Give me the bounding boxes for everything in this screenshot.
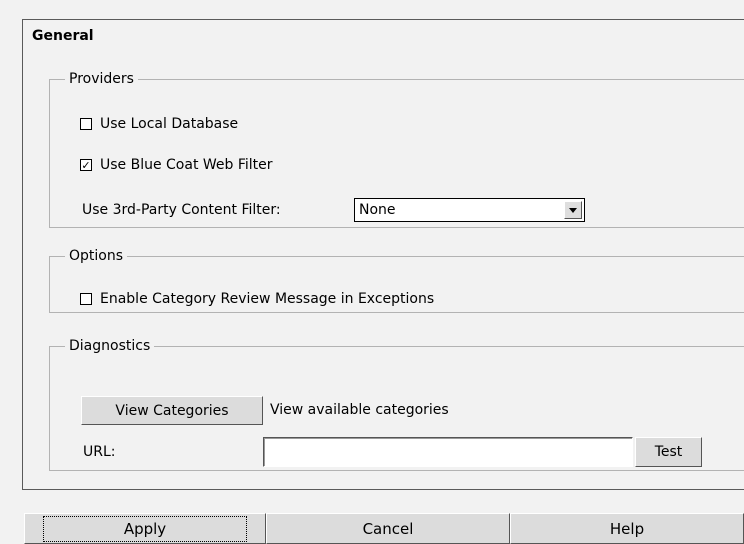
chevron-down-icon [569, 207, 577, 213]
providers-group: Providers Use Local Database ✓ Use Blue … [49, 71, 744, 228]
footer-buttons: Apply Cancel Help [24, 513, 744, 544]
apply-label: Apply [42, 515, 248, 542]
general-panel: General Providers Use Local Database ✓ U… [22, 19, 744, 490]
view-categories-button[interactable]: View Categories [81, 396, 263, 425]
third-party-filter-select[interactable]: None [354, 198, 585, 222]
dropdown-button[interactable] [564, 201, 582, 219]
url-input[interactable] [263, 437, 633, 467]
url-label-row: URL: [83, 444, 116, 460]
help-button[interactable]: Help [510, 513, 744, 544]
apply-button[interactable]: Apply [24, 513, 266, 544]
third-party-filter-label: Use 3rd-Party Content Filter: [82, 202, 281, 218]
checkmark-icon: ✓ [81, 158, 91, 172]
use-blue-coat-label: Use Blue Coat Web Filter [100, 157, 273, 173]
enable-review-option[interactable]: Enable Category Review Message in Except… [80, 291, 434, 307]
cancel-button[interactable]: Cancel [266, 513, 510, 544]
enable-review-checkbox[interactable] [80, 293, 92, 305]
diagnostics-legend: Diagnostics [69, 338, 151, 354]
options-group: Options Enable Category Review Message i… [49, 248, 744, 313]
diagnostics-group: Diagnostics View Categories View availab… [49, 338, 744, 471]
options-legend: Options [69, 248, 124, 264]
use-blue-coat-option[interactable]: ✓ Use Blue Coat Web Filter [80, 157, 273, 173]
third-party-filter-row: Use 3rd-Party Content Filter: [82, 202, 281, 218]
test-button[interactable]: Test [635, 437, 702, 467]
enable-review-label: Enable Category Review Message in Except… [100, 291, 435, 307]
view-categories-description: View available categories [270, 402, 449, 418]
url-label: URL: [83, 444, 116, 460]
use-blue-coat-checkbox[interactable]: ✓ [80, 159, 92, 171]
third-party-filter-value: None [359, 202, 396, 218]
panel-title: General [32, 28, 94, 44]
providers-legend: Providers [69, 71, 134, 87]
view-categories-desc-row: View available categories [270, 402, 449, 418]
use-local-database-option[interactable]: Use Local Database [80, 116, 238, 132]
use-local-database-label: Use Local Database [100, 116, 239, 132]
use-local-database-checkbox[interactable] [80, 118, 92, 130]
